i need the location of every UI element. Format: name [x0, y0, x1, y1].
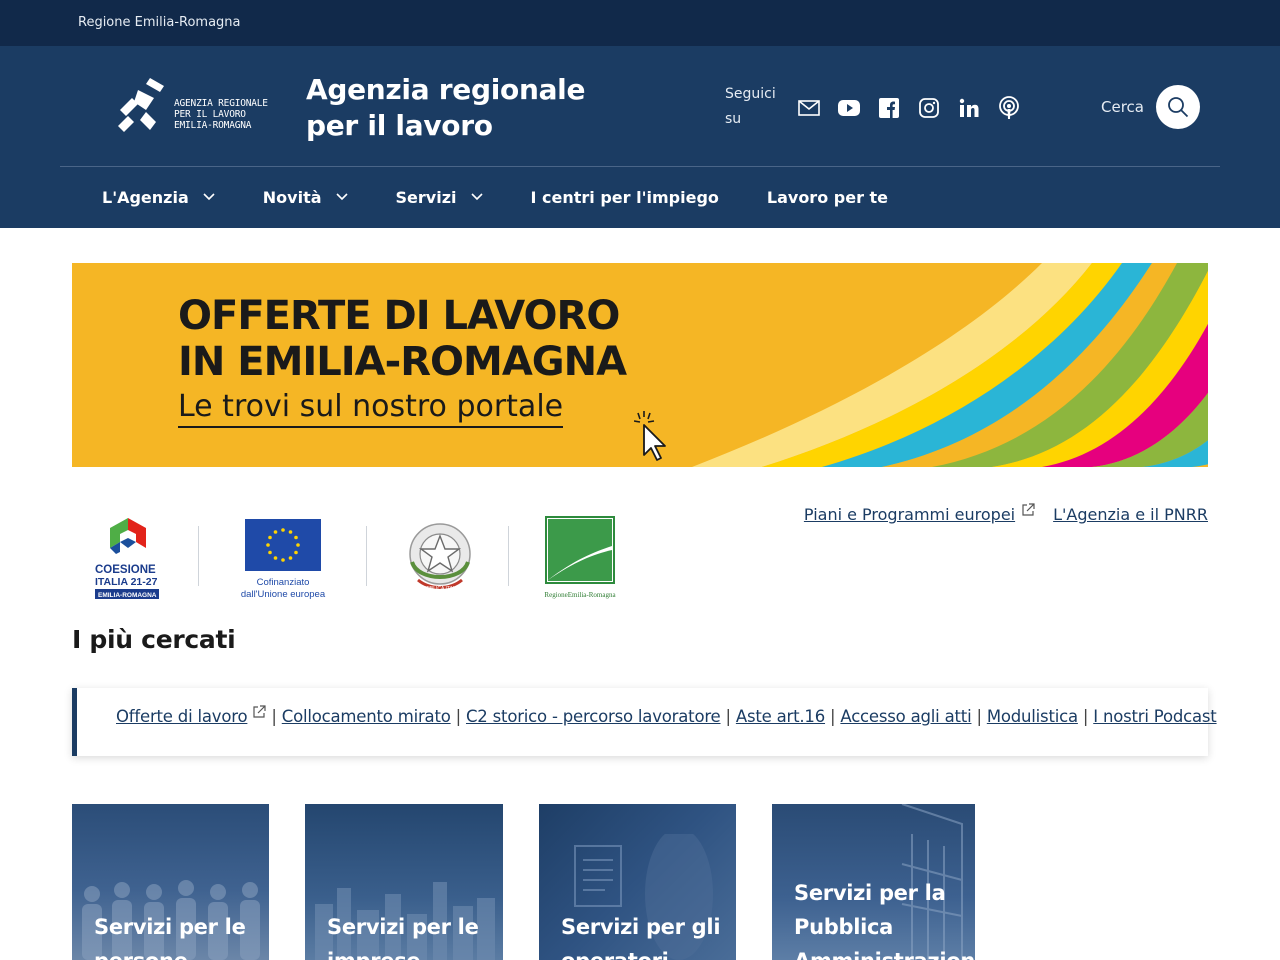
- coesione-region-text: EMILIA-ROMAGNA: [98, 592, 157, 599]
- link-aste-art16[interactable]: Aste art.16: [736, 707, 825, 726]
- eu-text-2: dall'Unione europea: [241, 589, 326, 600]
- most-searched-box: Offerte di lavoro | Collocamento mirato …: [72, 688, 1217, 756]
- nav-item-label: Lavoro per te: [766, 187, 889, 207]
- region-link[interactable]: Regione Emilia-Romagna: [78, 15, 241, 30]
- regione-emilia-romagna-logo[interactable]: RegioneEmilia-Romagna: [544, 516, 618, 602]
- nav-item-agenzia[interactable]: L'Agenzia: [102, 188, 215, 207]
- search-label: Cerca: [1101, 98, 1144, 116]
- link-separator: |: [455, 707, 462, 726]
- external-link-icon: [1021, 502, 1035, 517]
- nav-item-label: I centri per l'impiego: [530, 187, 719, 207]
- nav-item-novita[interactable]: Novità: [263, 188, 348, 207]
- card-label: Servizi per gli operatori: [561, 910, 721, 960]
- banner-stripes-graphic: [692, 263, 1208, 467]
- banner-headline-2: IN EMILIA-ROMAGNA: [178, 339, 627, 385]
- agenzia-pnrr-link[interactable]: L'Agenzia e il PNRR: [1053, 505, 1208, 524]
- nav-item-lavoro-per-te[interactable]: Lavoro per te: [767, 188, 888, 207]
- card-label: Servizi per le persone: [94, 910, 246, 960]
- nav-item-label: L'Agenzia: [102, 187, 189, 207]
- youtube-icon[interactable]: [837, 96, 861, 120]
- mail-icon[interactable]: [797, 96, 821, 120]
- link-separator: |: [271, 707, 277, 726]
- card-label-line: persone: [94, 944, 246, 960]
- card-label-line: Pubblica: [794, 915, 894, 939]
- instagram-icon[interactable]: [917, 96, 941, 120]
- banner-subline: Le trovi sul nostro portale: [178, 389, 564, 428]
- card-servizi-pubblica-amministrazione[interactable]: Servizi per la Pubblica Amministrazione: [772, 804, 975, 960]
- search-button[interactable]: [1156, 85, 1200, 129]
- coesione-subtext: ITALIA 21-27: [95, 576, 158, 588]
- facebook-icon[interactable]: [877, 96, 901, 120]
- republic-text: REPUBBLICA ITALIANA: [413, 586, 468, 592]
- header-divider: [60, 166, 1220, 167]
- link-separator: |: [725, 707, 732, 726]
- logo-line: PER IL LAVORO: [174, 109, 246, 120]
- link-offerte-di-lavoro[interactable]: Offerte di lavoro: [116, 707, 248, 726]
- card-label: Servizi per le imprese: [327, 910, 479, 960]
- chevron-down-icon: [335, 193, 348, 201]
- piani-programmi-europei-link[interactable]: Piani e Programmi europei: [804, 505, 1015, 524]
- link-podcast[interactable]: I nostri Podcast: [1093, 707, 1217, 726]
- link-separator: |: [830, 707, 836, 726]
- external-link-icon: [252, 704, 266, 719]
- card-label-line: Servizi per le: [327, 915, 479, 939]
- link-c2-storico[interactable]: C2 storico - percorso lavoratore: [466, 707, 721, 726]
- chevron-down-icon: [470, 193, 483, 201]
- agency-logo-icon[interactable]: [116, 76, 168, 134]
- card-label-line: Servizi per gli: [561, 915, 721, 939]
- link-collocamento-mirato[interactable]: Collocamento mirato: [282, 707, 451, 726]
- eu-cofinanced-logo[interactable]: Cofinanziato dall'Unione europea: [232, 518, 342, 600]
- logo-separator: [198, 526, 199, 586]
- chevron-down-icon: [203, 193, 215, 201]
- card-servizi-operatori[interactable]: Servizi per gli operatori: [539, 804, 736, 960]
- job-offers-banner[interactable]: OFFERTE DI LAVORO IN EMILIA-ROMAGNA Le t…: [72, 263, 1208, 467]
- nav-item-label: Novità: [262, 187, 322, 207]
- search-icon: [1168, 97, 1189, 118]
- podcast-icon[interactable]: [997, 96, 1021, 120]
- logo-line: EMILIA-ROMAGNA: [174, 120, 252, 131]
- link-separator: |: [1082, 707, 1089, 726]
- nav-item-label: Servizi: [395, 187, 457, 207]
- site-title[interactable]: Agenzia regionale per il lavoro: [306, 72, 646, 144]
- card-servizi-persone[interactable]: Servizi per le persone: [72, 804, 269, 960]
- card-label: Servizi per la Pubblica Amministrazione: [794, 876, 975, 960]
- logo-separator: [366, 526, 367, 586]
- link-accesso-atti[interactable]: Accesso agli atti: [840, 707, 971, 726]
- top-bar: Regione Emilia-Romagna: [0, 0, 1280, 46]
- card-label-line: Amministrazione: [794, 944, 975, 960]
- coesione-text: COESIONE: [95, 564, 156, 576]
- europe-links: Piani e Programmi europei L'Agenzia e il…: [804, 502, 1208, 524]
- card-label-line: imprese: [327, 944, 479, 960]
- link-separator: |: [976, 707, 982, 726]
- card-label-line: operatori: [561, 944, 720, 960]
- coesione-italia-logo[interactable]: COESIONE ITALIA 21-27 EMILIA-ROMAGNA: [94, 518, 162, 600]
- follow-label: Seguici su: [725, 86, 776, 127]
- italian-republic-emblem[interactable]: REPUBBLICA ITALIANA: [404, 516, 476, 598]
- logo-line: AGENZIA REGIONALE: [174, 98, 268, 109]
- pointer-cursor-icon: [634, 411, 666, 461]
- site-header: AGENZIA REGIONALE PER IL LAVORO EMILIA-R…: [0, 46, 1280, 228]
- nav-item-centri-impiego[interactable]: I centri per l'impiego: [531, 188, 719, 207]
- main-nav: L'Agenzia Novità Servizi I centri per l'…: [102, 184, 936, 210]
- funding-logos: COESIONE ITALIA 21-27 EMILIA-ROMAGNA Cof…: [72, 510, 632, 610]
- banner-headline-1: OFFERTE DI LAVORO: [178, 293, 620, 339]
- agency-logo-text: AGENZIA REGIONALE PER IL LAVORO EMILIA-R…: [174, 98, 268, 131]
- link-modulistica[interactable]: Modulistica: [987, 707, 1078, 726]
- linkedin-icon[interactable]: [957, 96, 981, 120]
- most-searched-links: Offerte di lavoro | Collocamento mirato …: [116, 704, 1217, 726]
- most-searched-title: I più cercati: [72, 625, 236, 654]
- eu-text-1: Cofinanziato: [257, 577, 310, 588]
- card-servizi-imprese[interactable]: Servizi per le imprese: [305, 804, 503, 960]
- nav-item-servizi[interactable]: Servizi: [396, 188, 483, 207]
- card-label-line: Servizi per la: [794, 881, 946, 905]
- card-label-line: Servizi per le: [94, 915, 246, 939]
- logo-separator: [508, 526, 509, 586]
- regione-text: RegioneEmilia-Romagna: [544, 591, 616, 599]
